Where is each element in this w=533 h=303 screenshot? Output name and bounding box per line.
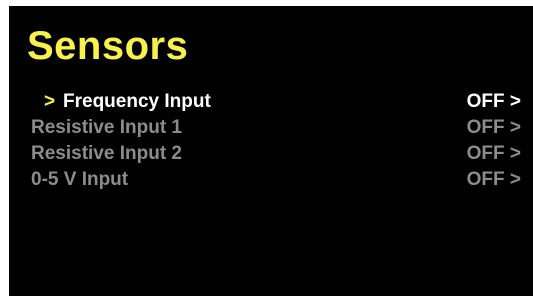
menu-item-label: Resistive Input 2 xyxy=(31,143,182,164)
sensor-menu: > Frequency Input OFF > Resistive Input … xyxy=(9,89,533,193)
menu-item-label: Frequency Input xyxy=(63,91,211,112)
menu-item-value: OFF > xyxy=(466,117,521,138)
menu-item-label: 0-5 V Input xyxy=(31,169,129,190)
display-screen: Sensors > Frequency Input OFF > Resistiv… xyxy=(9,6,533,296)
menu-item-value: OFF > xyxy=(466,91,521,112)
selection-cursor-icon: > xyxy=(44,91,56,112)
menu-item-label: Resistive Input 1 xyxy=(31,117,182,138)
menu-item-frequency-input[interactable]: > Frequency Input OFF > xyxy=(9,89,533,115)
menu-item-value: OFF > xyxy=(466,169,521,190)
menu-item-resistive-input-1[interactable]: Resistive Input 1 OFF > xyxy=(9,115,533,141)
menu-item-0-5v-input[interactable]: 0-5 V Input OFF > xyxy=(9,167,533,193)
menu-item-value: OFF > xyxy=(466,143,521,164)
menu-item-resistive-input-2[interactable]: Resistive Input 2 OFF > xyxy=(9,141,533,167)
page-title: Sensors xyxy=(27,24,189,68)
